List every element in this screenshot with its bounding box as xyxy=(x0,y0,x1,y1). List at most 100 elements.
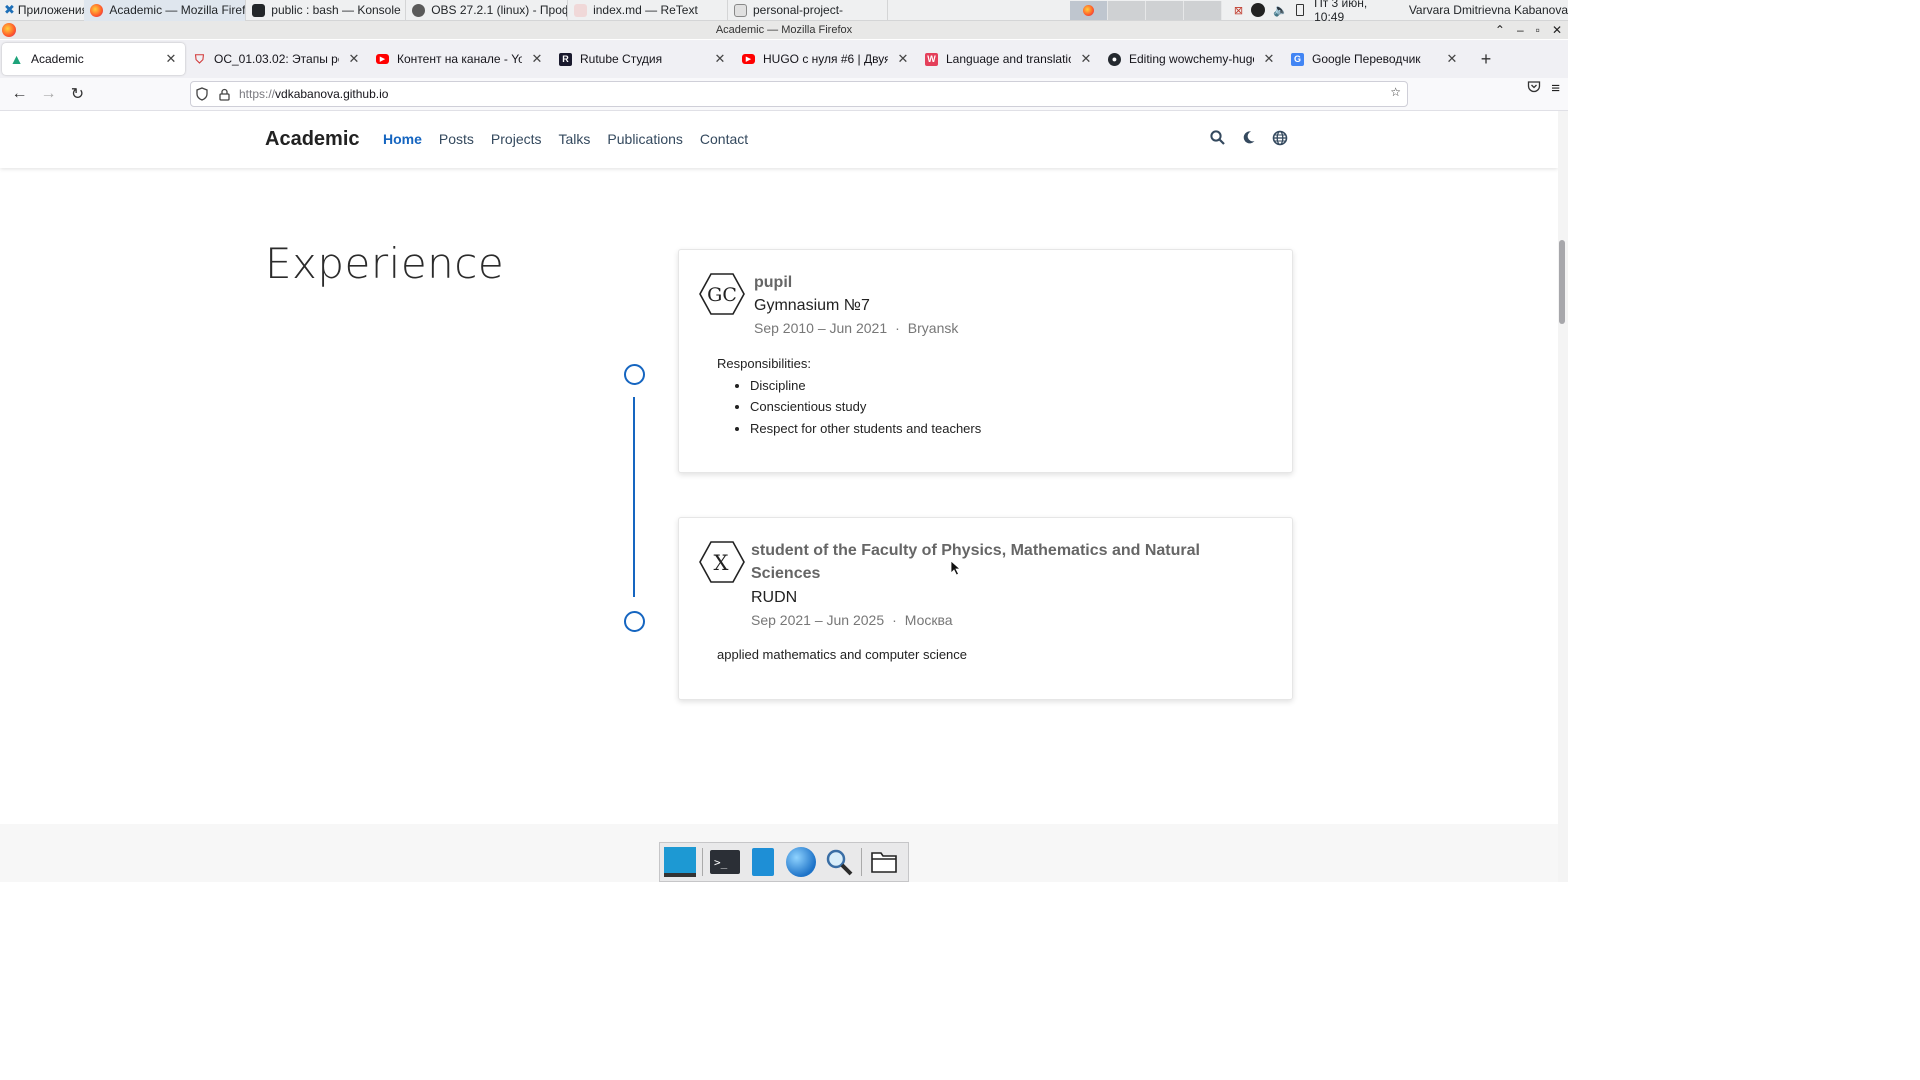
terminal-icon xyxy=(252,3,266,17)
tab-rutube[interactable]: R Rutube Студия ✕ xyxy=(551,43,734,75)
firefox-icon xyxy=(2,23,16,37)
nav-link-talks[interactable]: Talks xyxy=(559,131,591,147)
taskbar-item-label: index.md — ReText xyxy=(593,3,698,17)
responsibilities-list: Discipline Conscientious study Respect f… xyxy=(750,375,981,440)
tab-github-editing[interactable]: ● Editing wowchemy-hugo-the ✕ xyxy=(1100,43,1283,75)
tab-title: Rutube Студия xyxy=(580,52,663,66)
tab-title: Editing wowchemy-hugo-the xyxy=(1129,52,1254,66)
page-scrollbar[interactable] xyxy=(1558,111,1568,882)
dark-mode-moon-icon[interactable] xyxy=(1241,130,1256,151)
obs-icon xyxy=(412,3,426,17)
show-desktop-icon[interactable] xyxy=(664,846,696,878)
experience-role: student of the Faculty of Physics, Mathe… xyxy=(751,539,1200,585)
user-name[interactable]: Varvara Dmitrievna Kabanova xyxy=(1409,3,1568,17)
close-tab-icon[interactable]: ✕ xyxy=(1079,51,1093,67)
close-tab-icon[interactable]: ✕ xyxy=(1445,51,1459,67)
header-actions xyxy=(1210,130,1288,151)
kde-launcher-icon: ✖ xyxy=(4,2,15,17)
experience-role-line: Sciences xyxy=(751,565,821,582)
desktop-4[interactable] xyxy=(1183,0,1222,20)
search-icon[interactable] xyxy=(1210,130,1225,151)
close-tab-icon[interactable]: ✕ xyxy=(713,51,727,67)
desktop-3[interactable] xyxy=(1145,0,1184,20)
tab-title: Google Переводчик xyxy=(1312,52,1421,66)
tab-os-course[interactable]: ⛉ ОС_01.03.02: Этапы реали ✕ xyxy=(185,43,368,75)
section-title: Experience xyxy=(265,239,505,288)
minimize-icon[interactable]: – xyxy=(1517,21,1524,39)
back-button[interactable]: ← xyxy=(5,80,34,109)
new-tab-button[interactable]: + xyxy=(1472,45,1500,73)
site-brand[interactable]: Academic xyxy=(265,128,360,151)
experience-role: pupil xyxy=(754,274,793,291)
close-tab-icon[interactable]: ✕ xyxy=(1262,51,1276,67)
tab-youtube-content[interactable]: ▶ Контент на канале - YouTu ✕ xyxy=(368,43,551,75)
web-browser-globe-icon[interactable] xyxy=(785,846,817,878)
tab-title: Language and translation | xyxy=(946,52,1071,66)
experience-description: applied mathematics and computer science xyxy=(717,647,968,662)
arrow-right-icon: → xyxy=(40,85,57,102)
window-title-bar[interactable]: Academic — Mozilla Firefox ⌃ – ▫ ✕ xyxy=(0,21,1568,39)
close-tab-icon[interactable]: ✕ xyxy=(896,51,910,67)
desktop-2[interactable] xyxy=(1107,0,1146,20)
close-icon[interactable]: ✕ xyxy=(1552,21,1562,39)
folder-icon[interactable] xyxy=(868,846,900,878)
nav-link-home[interactable]: Home xyxy=(383,131,422,147)
url-bar[interactable]: https://vdkabanova.github.io ☆ xyxy=(190,81,1408,107)
taskbar-item-folder[interactable]: personal-project- xyxy=(728,0,888,21)
app-launcher[interactable]: ✖ Приложения xyxy=(0,0,84,21)
forward-button[interactable]: → xyxy=(34,80,63,109)
taskbar-item-retext[interactable]: index.md — ReText xyxy=(568,0,728,21)
reload-button[interactable]: ↻ xyxy=(63,80,92,109)
nav-link-projects[interactable]: Projects xyxy=(491,131,542,147)
lock-icon[interactable] xyxy=(213,88,235,101)
volume-icon[interactable]: 🔈 xyxy=(1273,3,1288,17)
taskbar-item-konsole[interactable]: public : bash — Konsole xyxy=(246,0,407,21)
desktop-1[interactable] xyxy=(1069,0,1108,20)
github-icon: ● xyxy=(1108,52,1121,66)
rutube-icon: R xyxy=(559,52,572,66)
tab-academic[interactable]: ▲ Academic ✕ xyxy=(2,43,185,75)
list-item: Conscientious study xyxy=(750,396,981,418)
taskbar-item-firefox[interactable]: Academic — Mozilla Firefox xyxy=(84,0,247,21)
browser-tab-strip: ▲ Academic ✕ ⛉ ОС_01.03.02: Этапы реали … xyxy=(0,40,1568,78)
nav-link-publications[interactable]: Publications xyxy=(607,131,683,147)
close-tab-icon[interactable]: ✕ xyxy=(164,51,178,67)
close-tab-icon[interactable]: ✕ xyxy=(347,51,361,67)
search-magnifier-icon[interactable] xyxy=(823,846,855,878)
nav-link-contact[interactable]: Contact xyxy=(700,131,748,147)
dock-separator xyxy=(861,848,862,876)
taskbar-item-label: personal-project- xyxy=(753,3,844,17)
terminal-icon[interactable]: >_ xyxy=(709,846,741,878)
tab-language-translation[interactable]: W Language and translation | ✕ xyxy=(917,43,1100,75)
menu-icon[interactable]: ≡ xyxy=(1551,80,1560,99)
bookmark-star-icon[interactable]: ☆ xyxy=(1390,85,1401,99)
keep-above-icon[interactable]: ⌃ xyxy=(1495,21,1505,39)
academic-icon: ▲ xyxy=(9,51,24,67)
tab-hugo-video[interactable]: ▶ HUGO с нуля #6 | Двуязыч ✕ xyxy=(734,43,917,75)
file-manager-icon[interactable] xyxy=(747,846,779,878)
taskbar-item-label: Academic — Mozilla Firefox xyxy=(109,3,247,17)
close-tab-icon[interactable]: ✕ xyxy=(530,51,544,67)
network-icon[interactable]: ⊠ xyxy=(1234,4,1243,17)
folder-icon xyxy=(734,3,747,17)
tab-google-translate[interactable]: G Google Переводчик ✕ xyxy=(1283,43,1466,75)
taskbar-item-obs[interactable]: OBS 27.2.1 (linux) - Профи xyxy=(406,0,569,21)
maximize-icon[interactable]: ▫ xyxy=(1536,21,1540,39)
wowchemy-icon: W xyxy=(925,52,938,66)
timeline-dot xyxy=(624,611,645,632)
os-top-panel: ✖ Приложения Academic — Mozilla Firefox … xyxy=(0,0,1568,24)
experience-org: Gymnasium №7 xyxy=(754,297,870,314)
responsibilities-heading: Responsibilities: xyxy=(717,356,811,371)
shield-icon[interactable] xyxy=(191,87,213,101)
nav-link-posts[interactable]: Posts xyxy=(439,131,474,147)
pocket-icon[interactable] xyxy=(1527,80,1541,99)
scrollbar-thumb[interactable] xyxy=(1559,240,1565,324)
org-logo-text: GC xyxy=(707,284,737,306)
reload-icon: ↻ xyxy=(70,86,85,103)
obs-tray-icon[interactable] xyxy=(1251,3,1266,17)
battery-icon[interactable] xyxy=(1296,4,1305,16)
language-globe-icon[interactable] xyxy=(1272,130,1288,151)
retext-icon xyxy=(574,3,588,17)
system-tray: ⊠ 🔈 xyxy=(1234,3,1305,17)
meta-separator: · xyxy=(895,320,900,336)
